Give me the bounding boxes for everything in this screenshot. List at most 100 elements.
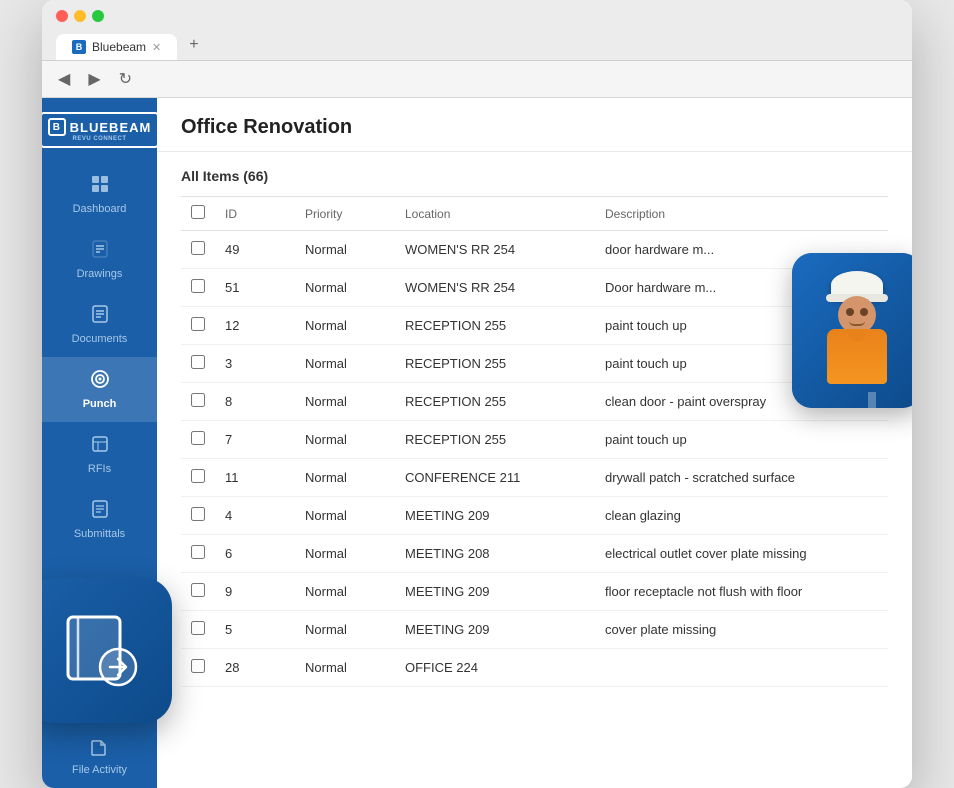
row-checkbox[interactable] [191,469,205,483]
back-button[interactable]: ◀ [54,67,74,91]
browser-tabs: B Bluebeam ✕ + [56,30,898,60]
row-checkbox-cell [181,269,215,307]
row-checkbox[interactable] [191,621,205,635]
logo-text: BLUEBEAM [70,120,152,135]
row-description: clean glazing [595,497,888,535]
row-checkbox-cell [181,345,215,383]
table-row[interactable]: 3 Normal RECEPTION 255 paint touch up [181,345,888,383]
main-content: Office Renovation All Items (66) ID [157,98,912,788]
sidebar-item-dashboard-label: Dashboard [73,203,127,215]
sidebar-item-rfis[interactable]: RFIs [42,422,157,487]
content-area: All Items (66) ID Priority [157,152,912,788]
new-tab-button[interactable]: + [179,30,208,60]
row-location: OFFICE 224 [395,649,595,687]
app-icon-card [42,578,172,723]
table-row[interactable]: 8 Normal RECEPTION 255 clean door - pain… [181,383,888,421]
sidebar-item-dashboard[interactable]: Dashboard [42,162,157,227]
browser-controls [56,10,898,22]
select-all-checkbox[interactable] [191,205,205,219]
active-tab[interactable]: B Bluebeam ✕ [56,34,177,60]
row-checkbox-cell [181,573,215,611]
row-description [595,649,888,687]
row-location: MEETING 209 [395,611,595,649]
row-location: RECEPTION 255 [395,345,595,383]
col-header-location: Location [395,197,595,231]
row-checkbox[interactable] [191,507,205,521]
row-location: WOMEN'S RR 254 [395,231,595,269]
worker-card [792,253,912,408]
table-row[interactable]: 12 Normal RECEPTION 255 paint touch up [181,307,888,345]
row-checkbox-cell [181,383,215,421]
worker-body [827,329,887,384]
worker-image [792,253,912,408]
table-row[interactable]: 4 Normal MEETING 209 clean glazing [181,497,888,535]
row-checkbox[interactable] [191,545,205,559]
table-summary: All Items (66) [181,168,888,184]
table-row[interactable]: 9 Normal MEETING 209 floor receptacle no… [181,573,888,611]
row-checkbox-cell [181,497,215,535]
forward-button[interactable]: ▶ [84,67,104,91]
sidebar-item-drawings-label: Drawings [77,268,123,280]
row-checkbox[interactable] [191,659,205,673]
row-location: RECEPTION 255 [395,383,595,421]
table-header-row: ID Priority Location Description [181,197,888,231]
row-priority: Normal [295,459,395,497]
row-checkbox[interactable] [191,431,205,445]
row-description: cover plate missing [595,611,888,649]
browser-chrome: B Bluebeam ✕ + [42,0,912,61]
row-location: WOMEN'S RR 254 [395,269,595,307]
row-priority: Normal [295,345,395,383]
sidebar-item-drawings[interactable]: Drawings [42,227,157,292]
row-checkbox-cell [181,231,215,269]
row-priority: Normal [295,611,395,649]
row-checkbox[interactable] [191,241,205,255]
minimize-dot[interactable] [74,10,86,22]
row-id: 7 [215,421,295,459]
maximize-dot[interactable] [92,10,104,22]
row-id: 5 [215,611,295,649]
sidebar-item-file-activity[interactable]: File Activity [64,725,135,788]
row-description: electrical outlet cover plate missing [595,535,888,573]
file-activity-icon [89,737,109,760]
table-row[interactable]: 49 Normal WOMEN'S RR 254 door hardware m… [181,231,888,269]
row-id: 28 [215,649,295,687]
row-checkbox[interactable] [191,317,205,331]
close-dot[interactable] [56,10,68,22]
row-checkbox[interactable] [191,583,205,597]
table-row[interactable]: 6 Normal MEETING 208 electrical outlet c… [181,535,888,573]
row-id: 49 [215,231,295,269]
table-row[interactable]: 5 Normal MEETING 209 cover plate missing [181,611,888,649]
dashboard-icon [90,174,110,199]
row-checkbox[interactable] [191,279,205,293]
worker-vest-stripe [868,392,876,409]
punch-icon [90,369,110,394]
page-title: Office Renovation [181,116,888,139]
sidebar-item-documents[interactable]: Documents [42,292,157,357]
punch-items-table: ID Priority Location Description [181,196,888,687]
header-checkbox-cell [181,197,215,231]
sidebar-item-punch-label: Punch [83,398,117,410]
refresh-button[interactable]: ↻ [115,67,136,91]
row-checkbox-cell [181,649,215,687]
row-location: MEETING 209 [395,497,595,535]
sidebar-item-submittals[interactable]: Submittals [42,487,157,552]
sidebar-item-punch[interactable]: Punch [42,357,157,422]
row-priority: Normal [295,535,395,573]
table-row[interactable]: 51 Normal WOMEN'S RR 254 Door hardware m… [181,269,888,307]
row-priority: Normal [295,649,395,687]
row-priority: Normal [295,573,395,611]
row-location: CONFERENCE 211 [395,459,595,497]
tab-close-button[interactable]: ✕ [152,41,161,54]
table-row[interactable]: 7 Normal RECEPTION 255 paint touch up [181,421,888,459]
row-priority: Normal [295,383,395,421]
logo-subtitle: REVU CONNECT [73,136,127,142]
row-checkbox[interactable] [191,355,205,369]
row-checkbox[interactable] [191,393,205,407]
row-description: paint touch up [595,421,888,459]
row-checkbox-cell [181,421,215,459]
tab-favicon: B [72,40,86,54]
row-checkbox-cell [181,459,215,497]
table-row[interactable]: 11 Normal CONFERENCE 211 drywall patch -… [181,459,888,497]
drawings-icon [90,239,110,264]
table-row[interactable]: 28 Normal OFFICE 224 [181,649,888,687]
